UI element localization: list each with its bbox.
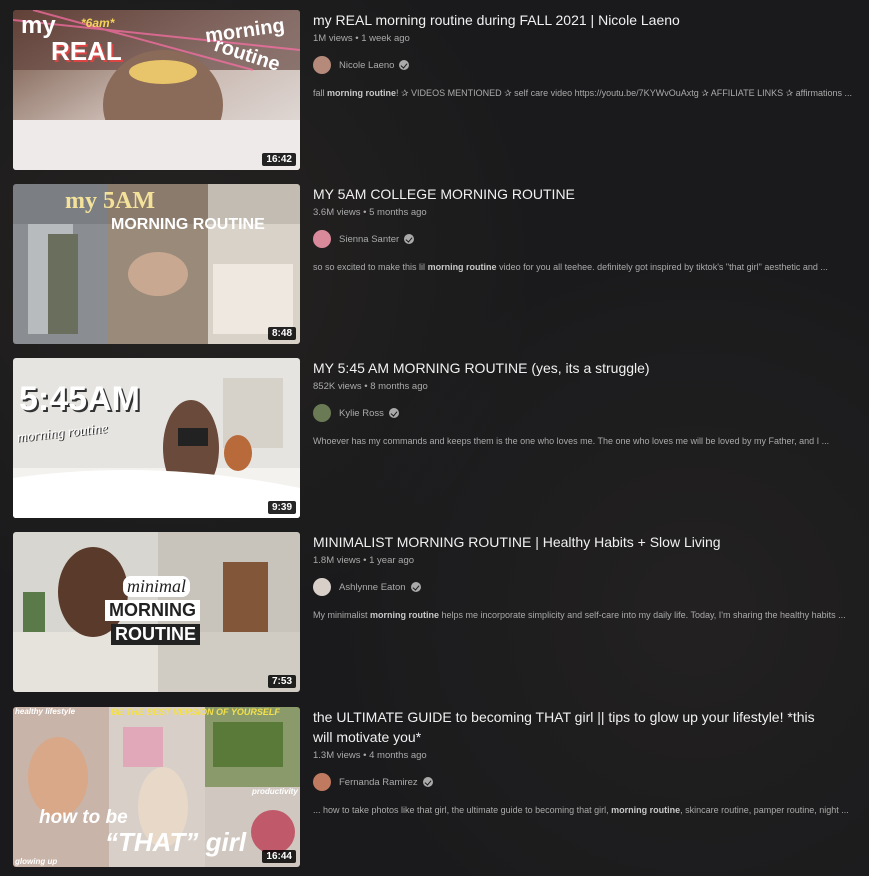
video-info: MINIMALIST MORNING ROUTINE | Healthy Hab… xyxy=(313,532,863,622)
verified-check-icon xyxy=(404,234,415,244)
channel-avatar[interactable] xyxy=(313,404,331,422)
video-title[interactable]: the ULTIMATE GUIDE to becoming THAT girl… xyxy=(313,707,833,747)
verified-check-icon xyxy=(399,60,410,70)
channel-name[interactable]: Ashlynne Eaton xyxy=(339,582,406,593)
video-info: my REAL morning routine during FALL 2021… xyxy=(313,10,863,100)
video-info: MY 5AM COLLEGE MORNING ROUTINE 3.6M view… xyxy=(313,184,863,274)
thumbnail-text: my 5AM xyxy=(65,188,155,214)
view-count: 1.3M views xyxy=(313,750,361,761)
thumbnail-text: minimal xyxy=(123,576,191,597)
channel-name[interactable]: Nicole Laeno xyxy=(339,60,394,71)
view-count: 3.6M views xyxy=(313,207,361,218)
desc-text: ! ✰ VIDEOS MENTIONED ✰ self care video h… xyxy=(396,88,852,98)
video-result[interactable]: healthy lifestyle BE THE BEST VERSION OF… xyxy=(13,707,863,867)
video-duration: 9:39 xyxy=(267,501,296,514)
desc-text: fall xyxy=(313,88,328,98)
video-duration: 16:44 xyxy=(262,850,296,863)
view-count: 1M views xyxy=(313,33,353,44)
video-duration: 16:42 xyxy=(262,153,296,166)
desc-text: helps me incorporate simplicity and self… xyxy=(439,610,846,620)
video-result[interactable]: 5:45AM morning routine 9:39 MY 5:45 AM M… xyxy=(13,358,863,518)
video-duration: 8:48 xyxy=(267,327,296,340)
desc-highlight: morning routine xyxy=(327,88,397,98)
video-meta: 852K views • 8 months ago xyxy=(313,381,863,392)
thumbnail-text: BE THE BEST VERSION OF YOURSELF xyxy=(111,707,280,717)
desc-text: , skincare routine, pamper routine, nigh… xyxy=(680,805,849,815)
channel-link[interactable]: Nicole Laeno xyxy=(313,56,863,74)
thumbnail-text: productivity xyxy=(252,787,298,796)
desc-text: video for you all teehee. definitely got… xyxy=(496,262,828,272)
thumbnail-text: how to be xyxy=(39,807,128,828)
video-thumbnail[interactable]: 5:45AM morning routine 9:39 xyxy=(13,358,300,518)
video-result[interactable]: my REAL *6am* morning routine 16:42 my R… xyxy=(13,10,863,170)
desc-text: Whoever has my commands and keeps them i… xyxy=(313,436,830,446)
desc-highlight: morning routine xyxy=(611,805,681,815)
channel-avatar[interactable] xyxy=(313,56,331,74)
thumbnail-text: *6am* xyxy=(81,16,115,30)
upload-age: 1 year ago xyxy=(369,555,415,566)
video-title[interactable]: MY 5:45 AM MORNING ROUTINE (yes, its a s… xyxy=(313,358,863,378)
video-thumbnail[interactable]: minimal MORNING ROUTINE 7:53 xyxy=(13,532,300,692)
thumbnail-text: glowing up xyxy=(15,857,58,866)
view-count: 1.8M views xyxy=(313,555,361,566)
channel-link[interactable]: Sienna Santer xyxy=(313,230,863,248)
thumbnail-text: healthy lifestyle xyxy=(15,707,76,716)
verified-check-icon xyxy=(422,777,433,787)
video-meta: 1M views • 1 week ago xyxy=(313,33,863,44)
thumbnail-image xyxy=(13,184,300,344)
video-thumbnail[interactable]: my 5AM MORNING ROUTINE 8:48 xyxy=(13,184,300,344)
video-result[interactable]: minimal MORNING ROUTINE 7:53 MINIMALIST … xyxy=(13,532,863,692)
channel-name[interactable]: Kylie Ross xyxy=(339,408,384,419)
channel-link[interactable]: Fernanda Ramirez xyxy=(313,773,863,791)
upload-age: 5 months ago xyxy=(369,207,427,218)
video-info: MY 5:45 AM MORNING ROUTINE (yes, its a s… xyxy=(313,358,863,448)
video-description: fall morning routine! ✰ VIDEOS MENTIONED… xyxy=(313,86,863,100)
verified-check-icon xyxy=(388,408,399,418)
video-meta: 3.6M views • 5 months ago xyxy=(313,207,863,218)
channel-name[interactable]: Fernanda Ramirez xyxy=(339,777,418,788)
upload-age: 8 months ago xyxy=(370,381,428,392)
video-meta: 1.8M views • 1 year ago xyxy=(313,555,863,566)
upload-age: 4 months ago xyxy=(369,750,427,761)
video-duration: 7:53 xyxy=(267,675,296,688)
video-result[interactable]: my 5AM MORNING ROUTINE 8:48 MY 5AM COLLE… xyxy=(13,184,863,344)
video-description: ... how to take photos like that girl, t… xyxy=(313,803,863,817)
channel-avatar[interactable] xyxy=(313,578,331,596)
channel-link[interactable]: Kylie Ross xyxy=(313,404,863,422)
desc-text: My minimalist xyxy=(313,610,371,620)
verified-check-icon xyxy=(410,582,421,592)
channel-avatar[interactable] xyxy=(313,230,331,248)
channel-link[interactable]: Ashlynne Eaton xyxy=(313,578,863,596)
thumbnail-text: “THAT” girl xyxy=(105,827,247,857)
channel-avatar[interactable] xyxy=(313,773,331,791)
upload-age: 1 week ago xyxy=(361,33,410,44)
desc-text: ... how to take photos like that girl, t… xyxy=(313,805,612,815)
video-description: My minimalist morning routine helps me i… xyxy=(313,608,863,622)
desc-text: so so excited to make this lil xyxy=(313,262,428,272)
video-title[interactable]: my REAL morning routine during FALL 2021… xyxy=(313,10,863,30)
thumbnail-text: MORNING xyxy=(105,600,200,621)
thumbnail-text: MORNING ROUTINE xyxy=(111,216,265,233)
desc-highlight: morning routine xyxy=(427,262,497,272)
thumbnail-text: 5:45AM xyxy=(19,380,140,418)
desc-highlight: morning routine xyxy=(370,610,440,620)
video-meta: 1.3M views • 4 months ago xyxy=(313,750,863,761)
video-description: Whoever has my commands and keeps them i… xyxy=(313,434,863,448)
video-description: so so excited to make this lil morning r… xyxy=(313,260,863,274)
thumbnail-text: REAL xyxy=(51,36,122,66)
video-title[interactable]: MY 5AM COLLEGE MORNING ROUTINE xyxy=(313,184,863,204)
video-thumbnail[interactable]: healthy lifestyle BE THE BEST VERSION OF… xyxy=(13,707,300,867)
video-thumbnail[interactable]: my REAL *6am* morning routine 16:42 xyxy=(13,10,300,170)
view-count: 852K views xyxy=(313,381,362,392)
channel-name[interactable]: Sienna Santer xyxy=(339,234,399,245)
video-title[interactable]: MINIMALIST MORNING ROUTINE | Healthy Hab… xyxy=(313,532,863,552)
thumbnail-text: ROUTINE xyxy=(111,624,200,645)
video-info: the ULTIMATE GUIDE to becoming THAT girl… xyxy=(313,707,863,817)
